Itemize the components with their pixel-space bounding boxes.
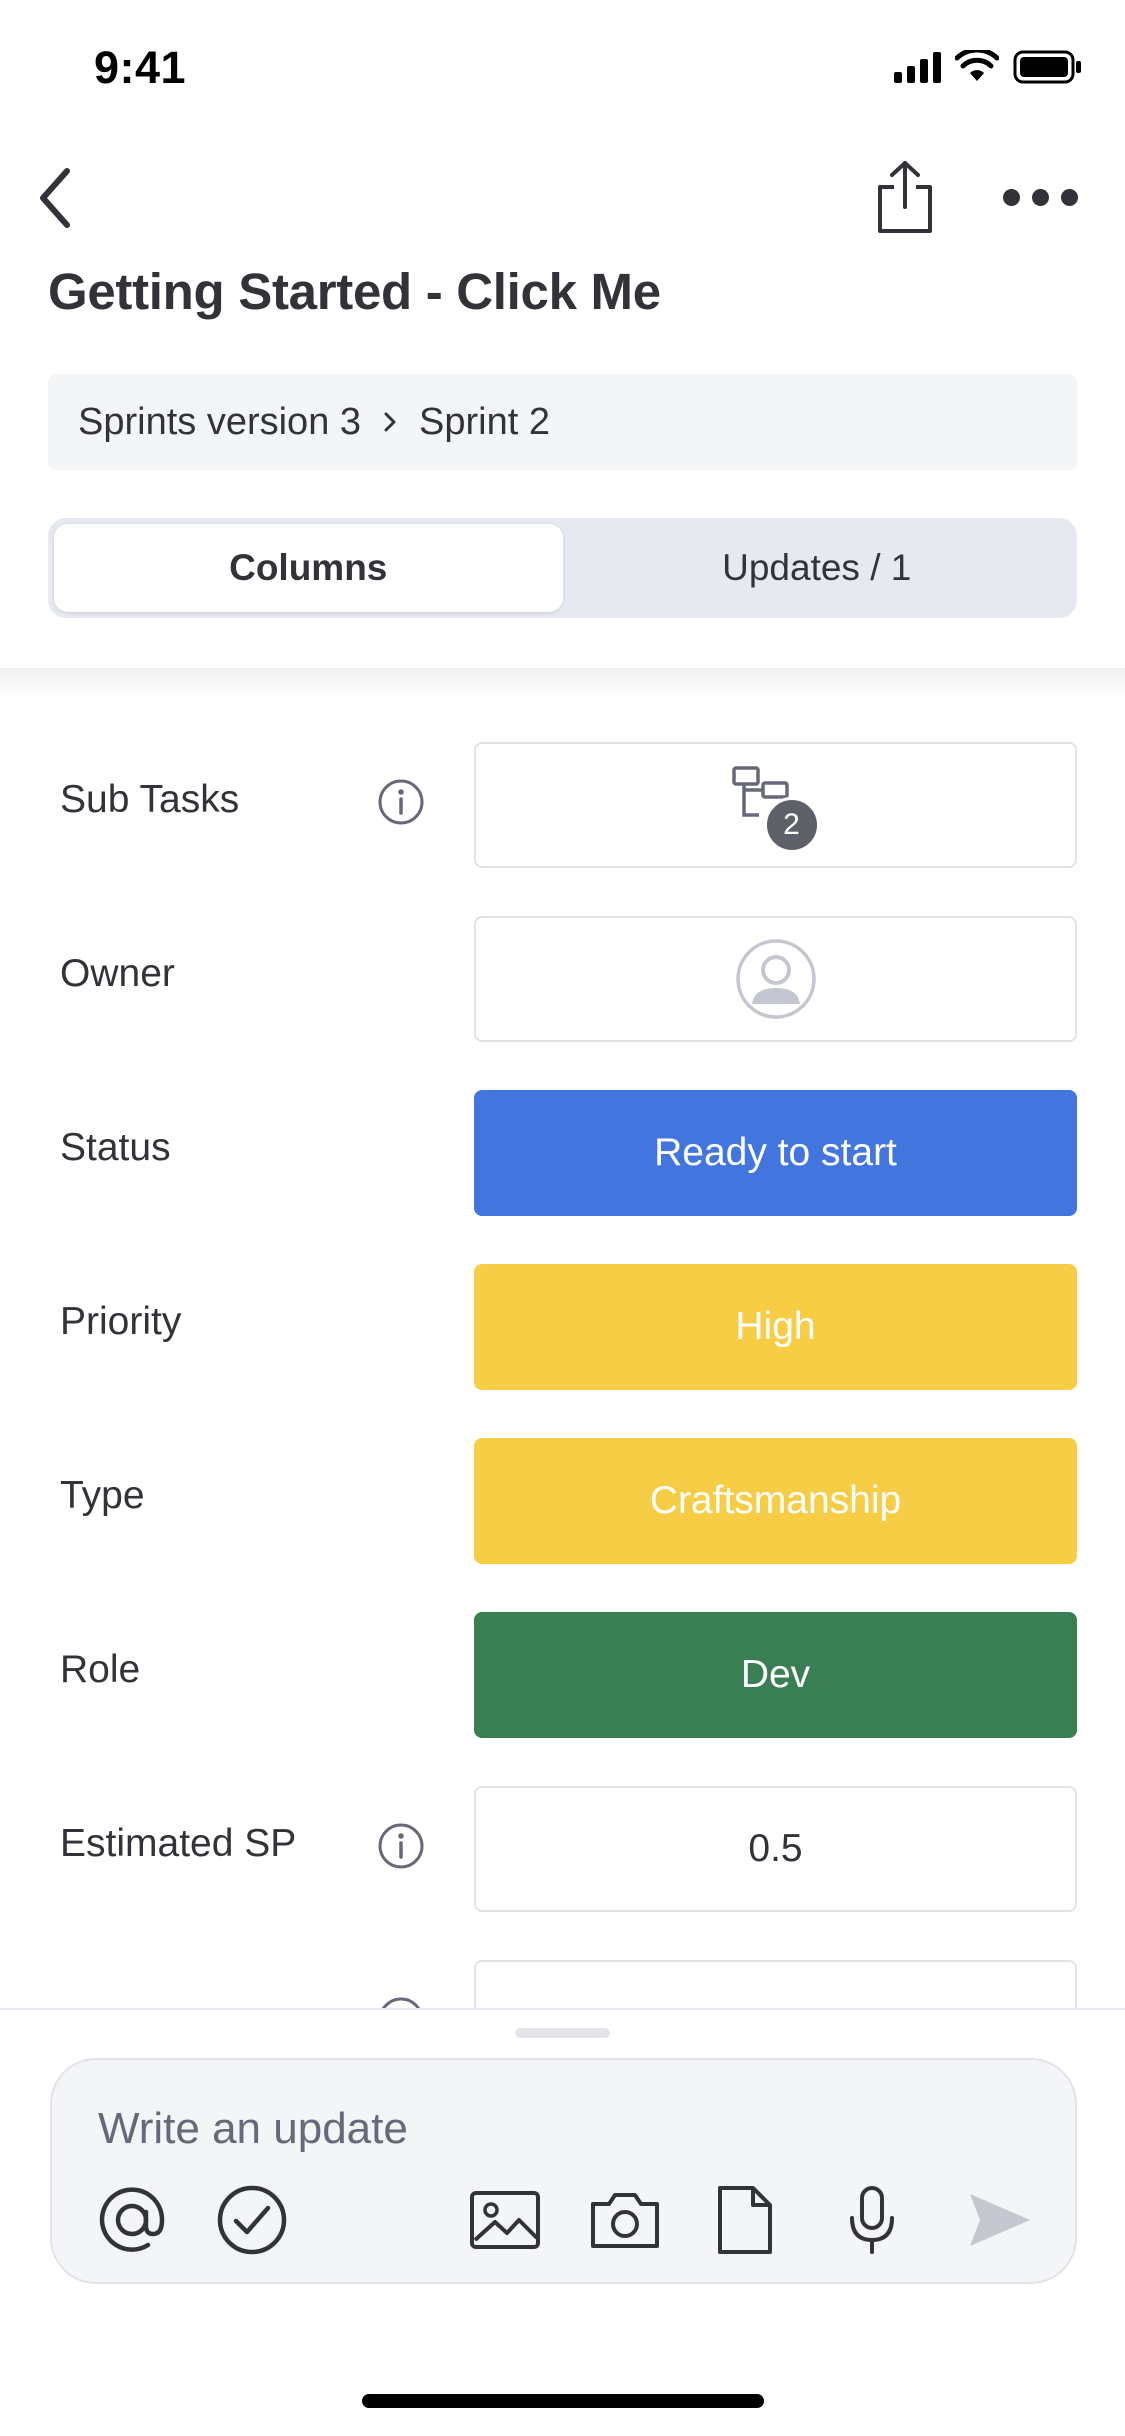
person-avatar-icon (735, 939, 816, 1019)
column-label: Sub Tasks (60, 778, 240, 821)
partial-column-cell[interactable] (474, 1960, 1077, 2010)
send-button[interactable] (960, 2180, 1040, 2260)
view-tabs: Columns Updates / 1 (48, 518, 1077, 618)
home-indicator (362, 2394, 764, 2408)
share-button[interactable] (865, 152, 945, 242)
type-label-cell[interactable]: Craftsmanship (474, 1438, 1077, 1564)
role-label-cell[interactable]: Dev (474, 1612, 1077, 1738)
breadcrumb[interactable]: Sprints version 3 Sprint 2 (48, 374, 1077, 470)
tab-updates[interactable]: Updates / 1 (563, 524, 1072, 612)
subtasks-cell[interactable]: 2 (474, 742, 1077, 868)
status-time: 9:41 (94, 42, 187, 93)
voice-button[interactable] (832, 2180, 912, 2260)
column-label: Estimated SP (60, 1822, 297, 1865)
column-label: Status (60, 1126, 171, 1169)
image-button[interactable] (465, 2180, 545, 2260)
subtasks-indicator: 2 (731, 765, 821, 853)
more-dot-icon (1060, 188, 1078, 206)
update-composer-sheet: Write an update (0, 2008, 1125, 2436)
share-icon (878, 161, 932, 233)
back-button[interactable] (20, 158, 90, 238)
column-label: Owner (60, 952, 175, 995)
column-row-partial (0, 1916, 1125, 2010)
header-divider (0, 668, 1125, 698)
column-label: Priority (60, 1300, 182, 1343)
column-row-owner: Owner (0, 872, 1125, 1042)
checkmark-circle-icon (217, 2185, 287, 2255)
image-icon (470, 2191, 540, 2249)
column-label: Role (60, 1648, 141, 1691)
column-row-estimated-sp: Estimated SP 0.5 (0, 1742, 1125, 1912)
column-row-priority: Priority High (0, 1220, 1125, 1390)
more-dot-icon (1002, 188, 1020, 206)
column-row-role: Role Dev (0, 1568, 1125, 1738)
breadcrumb-board[interactable]: Sprints version 3 (78, 401, 361, 444)
columns-list[interactable]: Sub Tasks 2 Owner Status Ready to start … (0, 698, 1125, 2010)
battery-icon (1013, 50, 1081, 84)
item-title[interactable]: Getting Started - Click Me (48, 262, 661, 321)
cellular-signal-icon (894, 51, 941, 83)
update-input[interactable]: Write an update (98, 2104, 408, 2154)
column-row-type: Type Craftsmanship (0, 1394, 1125, 1564)
update-composer: Write an update (50, 2058, 1077, 2284)
mention-button[interactable] (92, 2180, 172, 2260)
file-icon (718, 2186, 772, 2254)
microphone-icon (850, 2186, 894, 2254)
info-icon[interactable] (377, 778, 425, 826)
column-label: Type (60, 1474, 145, 1517)
wifi-icon (955, 50, 999, 81)
breadcrumb-group[interactable]: Sprint 2 (419, 401, 550, 444)
nav-bar (0, 140, 1125, 260)
at-mention-icon (99, 2187, 165, 2252)
file-button[interactable] (705, 2180, 785, 2260)
priority-label-cell[interactable]: High (474, 1264, 1077, 1390)
owner-cell[interactable] (474, 916, 1077, 1042)
estimated-sp-cell[interactable]: 0.5 (474, 1786, 1077, 1912)
info-icon[interactable] (377, 1822, 425, 1870)
subtasks-count-badge: 2 (763, 797, 820, 853)
more-options-button[interactable] (990, 162, 1090, 232)
send-icon (970, 2194, 1030, 2246)
column-row-subtasks: Sub Tasks 2 (0, 698, 1125, 868)
chevron-left-icon (40, 168, 70, 228)
chevron-right-icon (383, 411, 397, 433)
tab-columns[interactable]: Columns (54, 524, 563, 612)
camera-button[interactable] (585, 2180, 665, 2260)
checklist-button[interactable] (212, 2180, 292, 2260)
more-dot-icon (1031, 188, 1049, 206)
camera-icon (591, 2193, 659, 2248)
status-bar: 9:41 (0, 0, 1125, 135)
column-row-status: Status Ready to start (0, 1046, 1125, 1216)
status-icons (894, 50, 1083, 84)
sheet-drag-handle[interactable] (515, 2028, 610, 2038)
status-label-cell[interactable]: Ready to start (474, 1090, 1077, 1216)
